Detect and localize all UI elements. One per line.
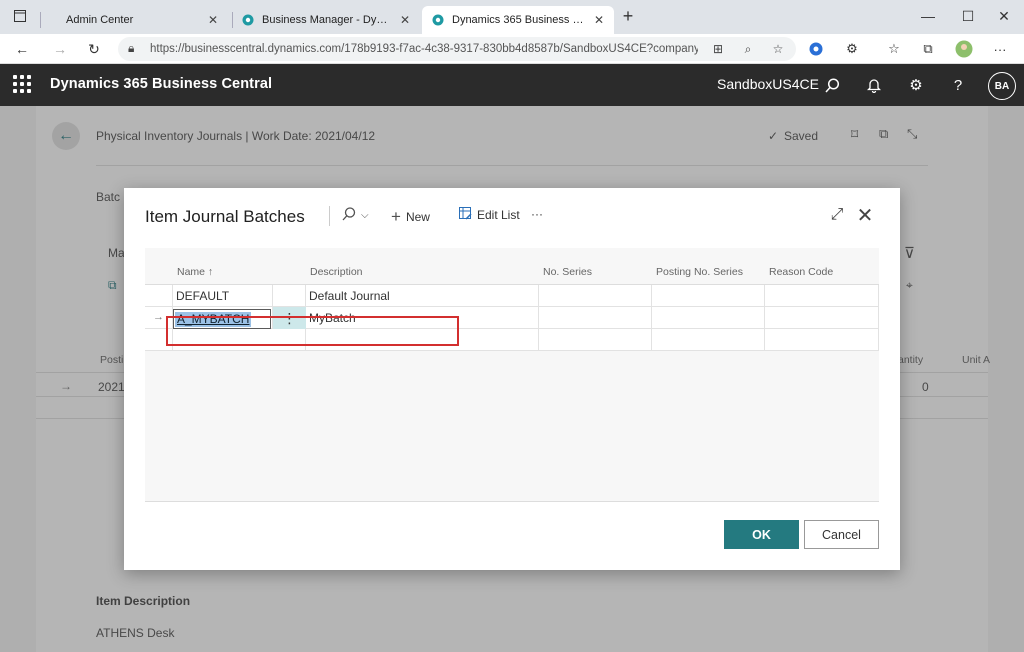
close-tab-icon[interactable]: ✕ <box>594 13 604 27</box>
minimize-icon[interactable]: — <box>918 6 938 26</box>
profile-avatar-icon[interactable] <box>954 39 974 59</box>
lock-icon: 🔒︎ <box>128 41 135 55</box>
tab-label: Dynamics 365 Business Central - <box>452 14 586 26</box>
column-header-posting-no-series[interactable]: Posting No. Series <box>656 266 743 278</box>
tab-actions-icon[interactable] <box>10 6 30 26</box>
forward-icon[interactable]: → <box>50 39 70 59</box>
help-icon[interactable]: ? <box>948 75 968 95</box>
app-title: Dynamics 365 Business Central <box>50 76 273 92</box>
refresh-icon[interactable]: ↻ <box>84 39 104 59</box>
settings-gear-icon[interactable]: ⚙ <box>906 75 926 95</box>
column-header-no-series[interactable]: No. Series <box>543 266 592 278</box>
search-icon[interactable] <box>822 75 842 95</box>
column-header-description[interactable]: Description <box>310 266 363 278</box>
bc-app-header: Dynamics 365 Business Central SandboxUS4… <box>0 64 1024 106</box>
edit-list-label: Edit List <box>477 208 520 222</box>
column-header-reason-code[interactable]: Reason Code <box>769 266 833 278</box>
close-icon[interactable]: ✕ <box>854 204 876 227</box>
plus-icon: + <box>391 207 401 226</box>
highlight-annotation-box <box>166 316 459 346</box>
name-cell[interactable]: DEFAULT <box>173 285 273 307</box>
url-input[interactable]: 🔒︎ https://businesscentral.dynamics.com/… <box>118 37 796 61</box>
new-label: New <box>405 210 430 224</box>
maximize-icon[interactable]: ☐ <box>958 6 978 26</box>
expand-icon[interactable]: ⤢ <box>826 204 848 226</box>
browser-address-bar: ← → ↻ 🔒︎ https://businesscentral.dynamic… <box>0 34 1024 64</box>
zoom-icon[interactable]: ⌕ <box>740 41 756 57</box>
close-tab-icon[interactable]: ✕ <box>400 13 410 27</box>
item-journal-batches-dialog: Item Journal Batches ⌵ + New Edit List ·… <box>124 188 900 570</box>
reason-code-cell[interactable] <box>765 285 879 307</box>
browser-tab-business-central[interactable]: Dynamics 365 Business Central - ✕ <box>422 6 614 34</box>
ok-button[interactable]: OK <box>724 520 799 549</box>
edit-list-icon <box>459 207 472 223</box>
current-row-arrow-icon: → <box>153 311 164 323</box>
app-launcher-icon[interactable] <box>12 74 32 94</box>
posting-no-series-cell[interactable] <box>652 307 765 329</box>
back-icon[interactable]: ← <box>12 39 32 59</box>
new-button[interactable]: + New <box>391 207 430 227</box>
table-row[interactable]: DEFAULT Default Journal <box>145 285 879 307</box>
app-available-icon[interactable]: ⊞ <box>710 41 726 57</box>
dynamics-favicon-icon <box>432 14 444 26</box>
favorites-icon[interactable]: ☆ <box>884 39 904 59</box>
collections-icon[interactable]: ⧉ <box>918 39 938 59</box>
favorite-add-icon[interactable]: ☆ <box>770 41 786 57</box>
browser-tab-admin-center[interactable]: Admin Center ✕ <box>56 6 228 34</box>
tab-label: Admin Center <box>66 14 134 26</box>
tab-label: Business Manager - Dynamics 36 <box>262 14 392 26</box>
browser-tab-strip: Admin Center ✕ Business Manager - Dynami… <box>0 0 1024 34</box>
notifications-bell-icon[interactable] <box>864 75 884 95</box>
edit-list-button[interactable]: Edit List <box>459 207 520 223</box>
chevron-down-icon: ⌵ <box>361 210 369 221</box>
close-window-icon[interactable]: ✕ <box>994 6 1014 26</box>
dialog-title: Item Journal Batches <box>145 207 305 226</box>
posting-no-series-cell[interactable] <box>652 285 765 307</box>
cancel-button[interactable]: Cancel <box>804 520 879 549</box>
browser-menu-icon[interactable]: ··· <box>990 39 1010 59</box>
description-cell[interactable]: Default Journal <box>306 285 539 307</box>
user-avatar[interactable]: BA <box>988 72 1016 100</box>
browser-extension-icon[interactable] <box>806 39 826 59</box>
reason-code-cell[interactable] <box>765 307 879 329</box>
column-header-name[interactable]: Name ↑ <box>177 266 213 278</box>
close-tab-icon[interactable]: ✕ <box>208 13 218 27</box>
browser-tab-business-manager[interactable]: Business Manager - Dynamics 36 ✕ <box>232 6 420 34</box>
search-button[interactable]: ⌵ <box>342 207 369 224</box>
url-text: https://businesscentral.dynamics.com/178… <box>150 43 698 55</box>
new-tab-button[interactable]: + <box>618 6 638 26</box>
batches-list-area: Name ↑ Description No. Series Posting No… <box>145 248 879 502</box>
more-actions-button[interactable]: ··· <box>531 207 543 221</box>
no-series-cell[interactable] <box>539 307 652 329</box>
no-series-cell[interactable] <box>539 285 652 307</box>
extensions-puzzle-icon[interactable]: ⚙︎ <box>842 39 862 59</box>
environment-name: SandboxUS4CE <box>717 76 819 92</box>
search-icon <box>342 207 356 224</box>
dynamics-favicon-icon <box>242 14 254 26</box>
